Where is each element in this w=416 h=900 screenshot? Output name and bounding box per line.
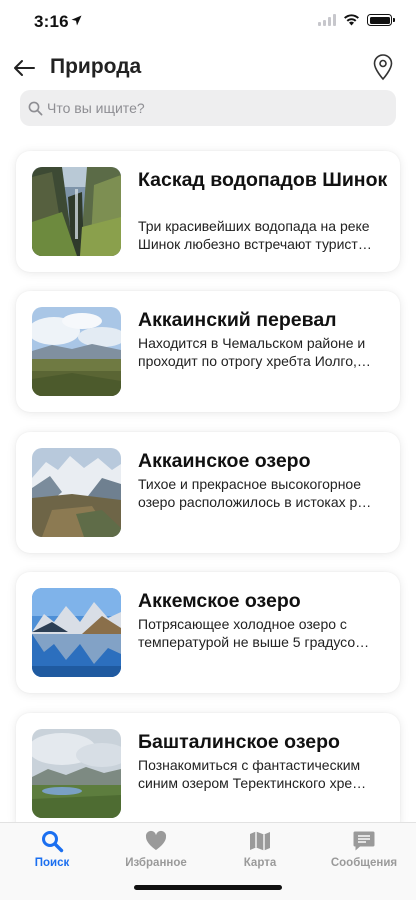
place-photo bbox=[32, 729, 121, 818]
place-title: Аккаинский перевал bbox=[138, 309, 337, 331]
status-bar: 3:16 bbox=[0, 0, 416, 46]
place-card[interactable]: Аккаинский перевал Находится в Чемальско… bbox=[16, 291, 400, 412]
place-card[interactable]: Башталинское озеро Познакомиться с фанта… bbox=[16, 713, 400, 822]
battery-icon bbox=[367, 14, 395, 26]
search-icon bbox=[42, 831, 64, 853]
tab-label: Карта bbox=[243, 857, 277, 869]
map-icon bbox=[250, 831, 270, 851]
tab-search[interactable]: Поиск bbox=[2, 829, 102, 873]
wifi-icon bbox=[344, 14, 359, 26]
place-description: Находится в Чемальском районе и проходит… bbox=[138, 335, 371, 369]
place-title: Каскад водопадов Шинок bbox=[138, 169, 388, 191]
message-icon bbox=[353, 831, 375, 851]
place-title: Башталинское озеро bbox=[138, 731, 340, 753]
place-description: Познакомиться с фантастическим синим озе… bbox=[138, 757, 367, 791]
tab-messages[interactable]: Сообщения bbox=[314, 829, 414, 873]
place-description: Потрясающее холодное озеро с температуро… bbox=[138, 616, 370, 650]
place-photo bbox=[32, 588, 121, 677]
status-icons bbox=[318, 14, 395, 26]
search-icon bbox=[28, 101, 43, 115]
place-photo bbox=[32, 307, 121, 396]
search-bar[interactable] bbox=[20, 90, 396, 126]
place-card[interactable]: Аккаинское озеро Тихое и прекрасное высо… bbox=[16, 432, 400, 553]
place-photo bbox=[32, 167, 121, 256]
status-time: 3:16 bbox=[34, 12, 69, 31]
tab-label: Избранное bbox=[125, 857, 187, 869]
heart-icon bbox=[145, 830, 167, 850]
place-description: Тихое и прекрасное высокогорное озеро ра… bbox=[138, 476, 372, 510]
place-title: Аккаинское озеро bbox=[138, 450, 311, 472]
place-photo bbox=[32, 448, 121, 537]
place-description: Три красивейших водопада на реке Шинок л… bbox=[138, 218, 372, 252]
map-pin-icon[interactable] bbox=[372, 53, 394, 81]
tab-label: Сообщения bbox=[330, 857, 398, 869]
home-indicator bbox=[134, 885, 282, 890]
place-card[interactable]: Аккемское озеро Потрясающее холодное озе… bbox=[16, 572, 400, 693]
cellular-signal-icon bbox=[318, 14, 336, 26]
back-arrow-icon[interactable] bbox=[12, 56, 36, 80]
place-card[interactable]: Каскад водопадов Шинок Три красивейших в… bbox=[16, 151, 400, 272]
header: Природа bbox=[0, 50, 416, 86]
places-list[interactable]: Каскад водопадов Шинок Три красивейших в… bbox=[0, 140, 416, 822]
page-title: Природа bbox=[50, 55, 142, 78]
tab-map[interactable]: Карта bbox=[210, 829, 310, 873]
tab-label: Поиск bbox=[34, 857, 70, 869]
location-arrow-icon bbox=[71, 15, 82, 26]
search-input[interactable] bbox=[47, 100, 367, 116]
place-title: Аккемское озеро bbox=[138, 590, 301, 612]
tab-favorites[interactable]: Избранное bbox=[106, 829, 206, 873]
